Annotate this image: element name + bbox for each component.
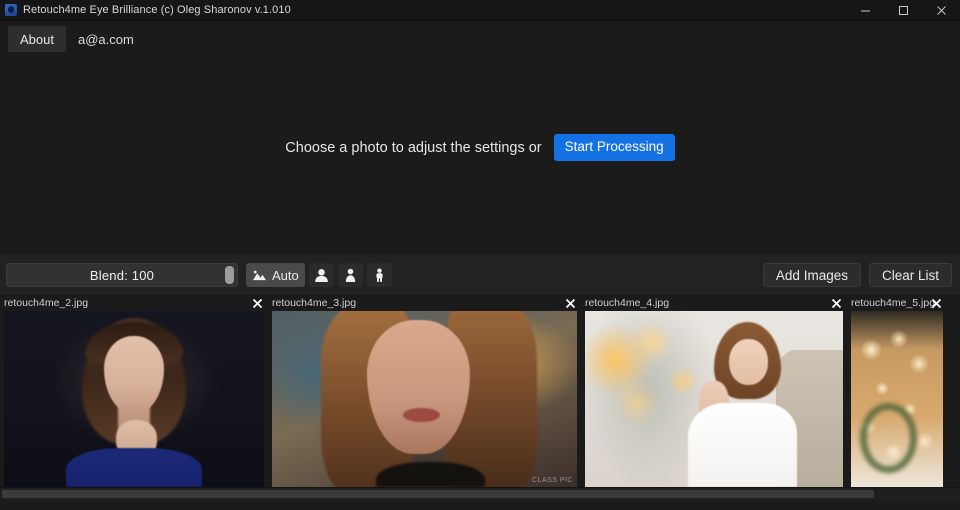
filmstrip-item-header: retouch4me_4.jpg xyxy=(581,295,847,311)
empty-state-message: Choose a photo to adjust the settings or… xyxy=(285,134,675,161)
filmstrip-item-header: retouch4me_3.jpg xyxy=(268,295,581,311)
window-controls xyxy=(846,0,960,20)
person-full-body-icon xyxy=(374,268,385,282)
window-bottom-edge xyxy=(0,500,960,510)
about-tab[interactable]: About xyxy=(8,26,66,52)
title-bar: Retouch4me Eye Brilliance (c) Oleg Sharo… xyxy=(0,0,960,21)
photo-watermark: CLASS PIC xyxy=(531,477,573,484)
thumbnail-photo xyxy=(851,311,943,487)
thumbnail-photo xyxy=(585,311,843,487)
image-filmstrip[interactable]: retouch4me_2.jpg retouch4me_3.jpg CLASS PI… xyxy=(0,295,960,487)
person-head-shoulders-icon xyxy=(314,268,329,282)
menu-bar: About a@a.com xyxy=(0,21,960,52)
add-images-button[interactable]: Add Images xyxy=(762,263,861,287)
filmstrip-item-header: retouch4me_5.jpg xyxy=(847,295,947,311)
filmstrip-horizontal-scrollbar[interactable] xyxy=(0,487,960,500)
filmstrip-item-filename: retouch4me_5.jpg xyxy=(851,297,936,309)
filmstrip-item-thumbnail[interactable]: CLASS PIC xyxy=(272,311,577,487)
filmstrip-item[interactable]: retouch4me_5.jpg xyxy=(847,295,947,487)
full-body-mode-button[interactable] xyxy=(366,263,392,287)
filmstrip-item-filename: retouch4me_4.jpg xyxy=(585,297,670,309)
landscape-mountain-icon xyxy=(252,269,267,282)
minimize-button[interactable] xyxy=(846,0,884,20)
clear-list-button[interactable]: Clear List xyxy=(868,263,952,287)
account-email-label[interactable]: a@a.com xyxy=(66,26,146,52)
start-processing-button[interactable]: Start Processing xyxy=(553,134,675,161)
filmstrip-item-thumbnail[interactable] xyxy=(4,311,264,487)
maximize-button[interactable] xyxy=(884,0,922,20)
remove-image-close-icon[interactable] xyxy=(829,296,843,310)
remove-image-close-icon[interactable] xyxy=(250,296,264,310)
prompt-text: Choose a photo to adjust the settings or xyxy=(285,139,542,156)
mode-button-group: Auto xyxy=(246,263,392,287)
close-button[interactable] xyxy=(922,0,960,20)
filmstrip-track: retouch4me_2.jpg retouch4me_3.jpg CLASS PI… xyxy=(0,295,947,487)
filmstrip-item-filename: retouch4me_3.jpg xyxy=(272,297,357,309)
filmstrip-item-filename: retouch4me_2.jpg xyxy=(4,297,89,309)
blend-value-label: Blend: 100 xyxy=(89,267,155,283)
person-bust-icon xyxy=(344,268,357,282)
preview-canvas[interactable]: Choose a photo to adjust the settings or… xyxy=(0,52,960,255)
thumbnail-photo xyxy=(272,311,577,487)
filmstrip-item-header: retouch4me_2.jpg xyxy=(0,295,268,311)
remove-image-close-icon[interactable] xyxy=(563,296,577,310)
application-window: Retouch4me Eye Brilliance (c) Oleg Sharo… xyxy=(0,0,960,510)
window-title: Retouch4me Eye Brilliance (c) Oleg Sharo… xyxy=(23,4,291,16)
filmstrip-item[interactable]: retouch4me_2.jpg xyxy=(0,295,268,487)
list-action-buttons: Add Images Clear List xyxy=(762,263,952,287)
toolbar: Blend: 100 Auto Add Images Clear List xyxy=(0,255,960,295)
auto-mode-label: Auto xyxy=(272,267,299,283)
app-logo-icon xyxy=(5,4,17,16)
scrollbar-thumb[interactable] xyxy=(2,490,874,498)
auto-mode-button[interactable]: Auto xyxy=(246,263,305,287)
blend-slider[interactable]: Blend: 100 xyxy=(6,263,238,287)
filmstrip-item[interactable]: retouch4me_3.jpg CLASS PIC xyxy=(268,295,581,487)
thumbnail-photo xyxy=(4,311,264,487)
filmstrip-item-thumbnail[interactable] xyxy=(851,311,943,487)
blend-slider-thumb[interactable] xyxy=(225,266,234,284)
portrait-mode-button[interactable] xyxy=(308,263,334,287)
remove-image-close-icon[interactable] xyxy=(929,296,943,310)
filmstrip-item[interactable]: retouch4me_4.jpg xyxy=(581,295,847,487)
half-body-mode-button[interactable] xyxy=(337,263,363,287)
filmstrip-item-thumbnail[interactable] xyxy=(585,311,843,487)
